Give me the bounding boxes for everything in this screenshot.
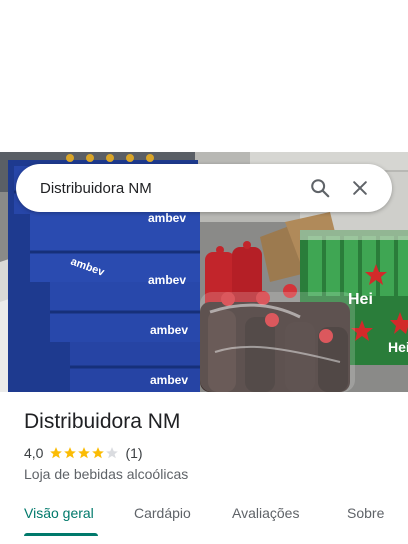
star-icon-filled [50, 447, 63, 459]
place-screen: ambev ambev ambev ambev ambev Hei Hei Di… [0, 0, 408, 544]
star-icon-filled [92, 447, 105, 459]
star-icon-filled [78, 447, 91, 459]
crate-label-3: ambev [148, 273, 186, 287]
tab-overview[interactable]: Visão geral [24, 505, 94, 521]
rating-value: 4,0 [24, 445, 44, 461]
search-bar[interactable]: Distribuidora NM [16, 164, 392, 212]
rating-row[interactable]: 4,0 (1) [24, 445, 143, 461]
tab-menu[interactable]: Cardápio [134, 505, 191, 521]
place-tabs: Visão geral Cardápio Avaliações Sobre [0, 492, 408, 536]
wrapped-soda-pack [200, 284, 355, 392]
search-input[interactable]: Distribuidora NM [40, 180, 300, 197]
search-icon[interactable] [300, 168, 340, 208]
place-info-panel: Distribuidora NM 4,0 (1) Loja de bebidas… [0, 392, 408, 544]
crate-label-1: ambev [148, 211, 186, 225]
top-blank-area [0, 0, 408, 152]
tab-reviews[interactable]: Avaliações [232, 505, 299, 521]
crate-label-4: ambev [150, 323, 188, 337]
tab-about[interactable]: Sobre [347, 505, 384, 521]
place-category: Loja de bebidas alcoólicas [24, 466, 189, 482]
bottle-brand-label-2: Hei [388, 339, 408, 355]
star-icon-empty [106, 447, 119, 459]
active-tab-indicator [24, 533, 98, 536]
star-rating [49, 446, 119, 460]
close-icon[interactable] [340, 168, 380, 208]
star-icon-filled [64, 447, 77, 459]
place-title: Distribuidora NM [24, 410, 181, 433]
crate-label-5: ambev [150, 373, 188, 387]
review-count[interactable]: (1) [125, 445, 142, 461]
